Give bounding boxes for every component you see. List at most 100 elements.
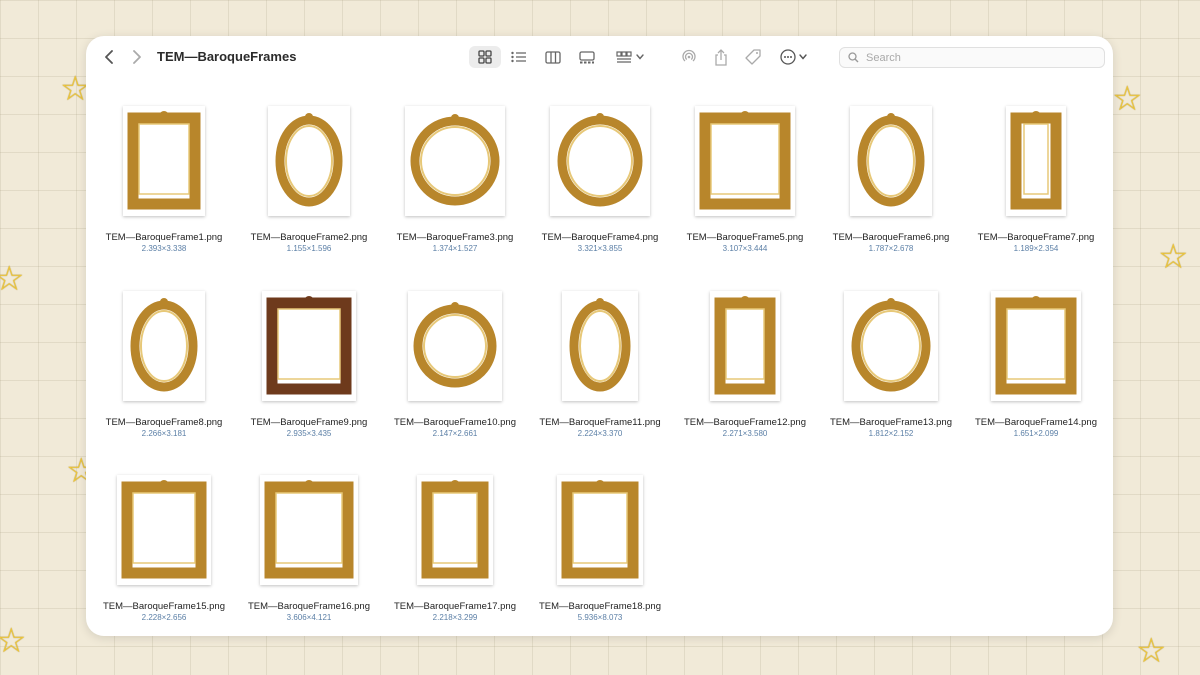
file-dimensions: 2.147×2.661 xyxy=(432,429,478,438)
list-view-icon xyxy=(511,51,526,63)
frame-thumbnail-shape xyxy=(561,481,639,579)
back-icon xyxy=(105,50,113,64)
file-thumbnail[interactable] xyxy=(695,106,795,216)
file-item[interactable]: TEM—BaroqueFrame17.png 2.218×3.299 xyxy=(385,475,525,625)
more-actions-button[interactable] xyxy=(776,46,810,68)
frame-thumbnail-shape xyxy=(741,200,749,208)
frame-thumbnail-shape xyxy=(285,125,333,197)
column-view-button[interactable] xyxy=(538,46,568,68)
file-dimensions: 2.935×3.435 xyxy=(286,429,332,438)
file-thumbnail[interactable] xyxy=(405,106,505,216)
search-icon xyxy=(848,52,859,63)
file-dimensions: 3.606×4.121 xyxy=(286,613,332,622)
frame-thumbnail-image xyxy=(857,113,925,207)
frame-thumbnail-shape xyxy=(159,480,169,490)
file-name: TEM—BaroqueFrame7.png xyxy=(977,232,1095,243)
frame-thumbnail-shape xyxy=(740,296,750,306)
search-input[interactable] xyxy=(864,50,1098,65)
file-item[interactable]: TEM—BaroqueFrame8.png 2.266×3.181 xyxy=(94,291,234,441)
file-thumbnail[interactable] xyxy=(850,106,932,216)
file-item[interactable]: TEM—BaroqueFrame3.png 1.374×1.527 xyxy=(385,106,525,256)
file-name: TEM—BaroqueFrame8.png xyxy=(105,417,223,428)
airdrop-button[interactable] xyxy=(678,46,700,68)
frame-thumbnail-shape xyxy=(557,115,643,207)
file-item[interactable]: TEM—BaroqueFrame14.png 1.651×2.099 xyxy=(966,291,1106,441)
file-thumbnail[interactable] xyxy=(417,475,493,585)
list-view-button[interactable] xyxy=(504,46,534,68)
file-thumbnail[interactable] xyxy=(260,475,358,585)
file-name: TEM—BaroqueFrame5.png xyxy=(686,232,804,243)
file-item[interactable]: TEM—BaroqueFrame9.png 2.935×3.435 xyxy=(239,291,379,441)
file-dimensions: 2.271×3.580 xyxy=(722,429,768,438)
file-name: TEM—BaroqueFrame15.png xyxy=(103,601,225,612)
file-dimensions: 3.321×3.855 xyxy=(577,244,623,253)
file-name: TEM—BaroqueFrame1.png xyxy=(105,232,223,243)
frame-thumbnail-shape xyxy=(725,308,765,380)
file-name: TEM—BaroqueFrame12.png xyxy=(684,417,806,428)
file-item[interactable]: TEM—BaroqueFrame18.png 5.936×8.073 xyxy=(530,475,670,625)
forward-button[interactable] xyxy=(128,46,146,68)
file-dimensions: 5.936×8.073 xyxy=(577,613,623,622)
star-icon: ☆ xyxy=(1136,632,1167,670)
frame-thumbnail-shape xyxy=(851,300,931,392)
frame-thumbnail-shape xyxy=(121,481,207,579)
file-thumbnail[interactable] xyxy=(562,291,638,401)
file-thumbnail[interactable] xyxy=(117,475,211,585)
frame-thumbnail-shape xyxy=(1031,111,1041,121)
frame-thumbnail-shape xyxy=(995,297,1077,395)
file-dimensions: 1.374×1.527 xyxy=(432,244,478,253)
frame-thumbnail-shape xyxy=(741,385,749,393)
back-button[interactable] xyxy=(100,46,118,68)
file-thumbnail[interactable] xyxy=(710,291,780,401)
file-item[interactable]: TEM—BaroqueFrame15.png 2.228×2.656 xyxy=(94,475,234,625)
file-item[interactable]: TEM—BaroqueFrame16.png 3.606×4.121 xyxy=(239,475,379,625)
file-thumbnail[interactable] xyxy=(991,291,1081,401)
share-button[interactable] xyxy=(710,46,732,68)
frame-thumbnail-shape xyxy=(140,310,188,382)
file-thumbnail[interactable] xyxy=(123,291,205,401)
frame-thumbnail-shape xyxy=(1023,123,1049,195)
file-thumbnail[interactable] xyxy=(844,291,938,401)
frame-thumbnail-shape xyxy=(710,123,780,195)
frame-thumbnail-shape xyxy=(264,481,354,579)
frame-thumbnail-shape xyxy=(420,126,490,196)
file-name: TEM—BaroqueFrame4.png xyxy=(541,232,659,243)
file-dimensions: 2.218×3.299 xyxy=(432,613,478,622)
chevron-down-icon xyxy=(636,54,644,60)
icon-view-button[interactable] xyxy=(469,46,501,68)
file-name: TEM—BaroqueFrame6.png xyxy=(832,232,950,243)
file-dimensions: 2.393×3.338 xyxy=(141,244,187,253)
file-thumbnail[interactable] xyxy=(550,106,650,216)
frame-thumbnail-image xyxy=(557,113,643,207)
tag-button[interactable] xyxy=(742,46,764,68)
search-field[interactable] xyxy=(839,47,1105,68)
frame-thumbnail-image xyxy=(699,111,791,210)
file-item[interactable]: TEM—BaroqueFrame2.png 1.155×1.596 xyxy=(239,106,379,256)
frame-thumbnail-shape xyxy=(275,115,343,207)
file-thumbnail[interactable] xyxy=(123,106,205,216)
file-item[interactable]: TEM—BaroqueFrame12.png 2.271×3.580 xyxy=(675,291,815,441)
file-thumbnail[interactable] xyxy=(1006,106,1066,216)
file-item[interactable]: TEM—BaroqueFrame11.png 2.224×3.370 xyxy=(530,291,670,441)
file-thumbnail[interactable] xyxy=(268,106,350,216)
frame-thumbnail-image xyxy=(421,480,489,579)
frame-thumbnail-shape xyxy=(304,480,314,490)
file-item[interactable]: TEM—BaroqueFrame5.png 3.107×3.444 xyxy=(675,106,815,256)
file-item[interactable]: TEM—BaroqueFrame13.png 1.812×2.152 xyxy=(821,291,961,441)
file-thumbnail[interactable] xyxy=(262,291,356,401)
file-item[interactable]: TEM—BaroqueFrame7.png 1.189×2.354 xyxy=(966,106,1106,256)
frame-thumbnail-image xyxy=(561,480,639,579)
frame-thumbnail-shape xyxy=(861,310,921,382)
frame-thumbnail-shape xyxy=(887,113,895,121)
frame-thumbnail-shape xyxy=(266,297,352,395)
file-item[interactable]: TEM—BaroqueFrame4.png 3.321×3.855 xyxy=(530,106,670,256)
file-item[interactable]: TEM—BaroqueFrame6.png 1.787×2.678 xyxy=(821,106,961,256)
file-item[interactable]: TEM—BaroqueFrame10.png 2.147×2.661 xyxy=(385,291,525,441)
star-icon: ☆ xyxy=(1158,238,1189,276)
file-item[interactable]: TEM—BaroqueFrame1.png 2.393×3.338 xyxy=(94,106,234,256)
file-thumbnail[interactable] xyxy=(408,291,502,401)
frame-thumbnail-shape xyxy=(132,492,196,564)
file-thumbnail[interactable] xyxy=(557,475,643,585)
gallery-view-button[interactable] xyxy=(572,46,602,68)
group-button[interactable] xyxy=(612,46,648,68)
